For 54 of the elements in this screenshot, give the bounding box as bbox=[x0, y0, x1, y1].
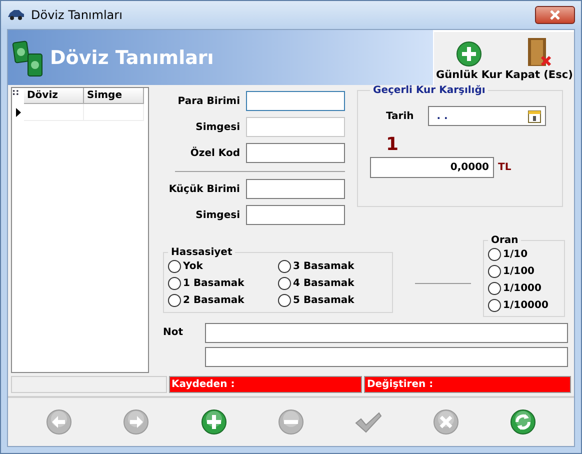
door-icon bbox=[525, 37, 553, 67]
table-cell bbox=[24, 104, 84, 121]
close-icon bbox=[549, 10, 561, 20]
window-title: Döviz Tanımları bbox=[31, 8, 124, 22]
radio-option[interactable]: 1 Basamak bbox=[168, 275, 278, 292]
nav-button[interactable] bbox=[198, 407, 229, 437]
note-field[interactable] bbox=[205, 347, 568, 367]
field-label: Özel Kod bbox=[190, 148, 240, 158]
grid-corner: :: bbox=[12, 88, 20, 100]
panel-title: Geçerli Kur Karşılığı bbox=[372, 85, 486, 96]
radio-option[interactable]: 4 Basamak bbox=[278, 275, 388, 292]
rate-field[interactable]: 0,0000 bbox=[370, 157, 494, 178]
note-field[interactable] bbox=[205, 323, 568, 343]
date-field[interactable]: . . bbox=[428, 106, 546, 126]
field-label: Simgesi bbox=[196, 122, 240, 132]
radio-option[interactable]: 3 Basamak bbox=[278, 258, 388, 275]
status-field: Değiştiren : bbox=[364, 376, 571, 393]
text-field[interactable] bbox=[246, 143, 345, 163]
status-field: Kaydeden : bbox=[168, 376, 362, 393]
plus-icon bbox=[200, 409, 227, 435]
text-field[interactable] bbox=[246, 179, 345, 199]
field-label: Not bbox=[163, 326, 184, 340]
radio-option[interactable]: 1/10 bbox=[488, 246, 562, 263]
field-label: Tarih bbox=[386, 110, 414, 122]
minus-icon bbox=[278, 409, 304, 435]
radio-option[interactable]: Yok bbox=[168, 258, 278, 275]
nav-button[interactable] bbox=[508, 407, 538, 437]
field-label: Para Birimi bbox=[178, 96, 240, 106]
currency-label: TL bbox=[498, 162, 512, 173]
radio-option[interactable]: 2 Basamak bbox=[168, 292, 278, 309]
text-field[interactable] bbox=[246, 205, 345, 225]
group-title: Oran bbox=[490, 235, 520, 246]
radio-option[interactable]: 5 Basamak bbox=[278, 292, 388, 309]
field-label: Küçük Birimi bbox=[168, 184, 240, 194]
toolbar-button[interactable]: Günlük Kur bbox=[434, 32, 504, 85]
radio-option[interactable]: 1/1000 bbox=[488, 280, 562, 297]
close-button[interactable] bbox=[535, 6, 575, 24]
radio-option[interactable]: 1/100 bbox=[488, 263, 562, 280]
toolbar-button[interactable]: Kapat (Esc) bbox=[504, 32, 574, 85]
column-header[interactable]: Simge bbox=[84, 88, 144, 104]
calendar-icon bbox=[528, 109, 541, 123]
close-icon bbox=[432, 409, 459, 435]
plus-icon bbox=[456, 41, 482, 67]
column-header[interactable]: Döviz bbox=[24, 88, 84, 104]
car-icon bbox=[7, 9, 25, 21]
radio-option[interactable]: 1/10000 bbox=[488, 297, 562, 314]
unit-amount: 1 bbox=[386, 134, 400, 155]
group-title: Hassasiyet bbox=[170, 247, 234, 258]
field-label: Simgesi bbox=[196, 210, 240, 220]
checkmark-icon bbox=[354, 411, 382, 433]
text-field[interactable] bbox=[246, 91, 345, 111]
table-cell bbox=[84, 104, 144, 121]
page-title: Döviz Tanımları bbox=[50, 46, 214, 68]
refresh-icon bbox=[510, 409, 536, 435]
